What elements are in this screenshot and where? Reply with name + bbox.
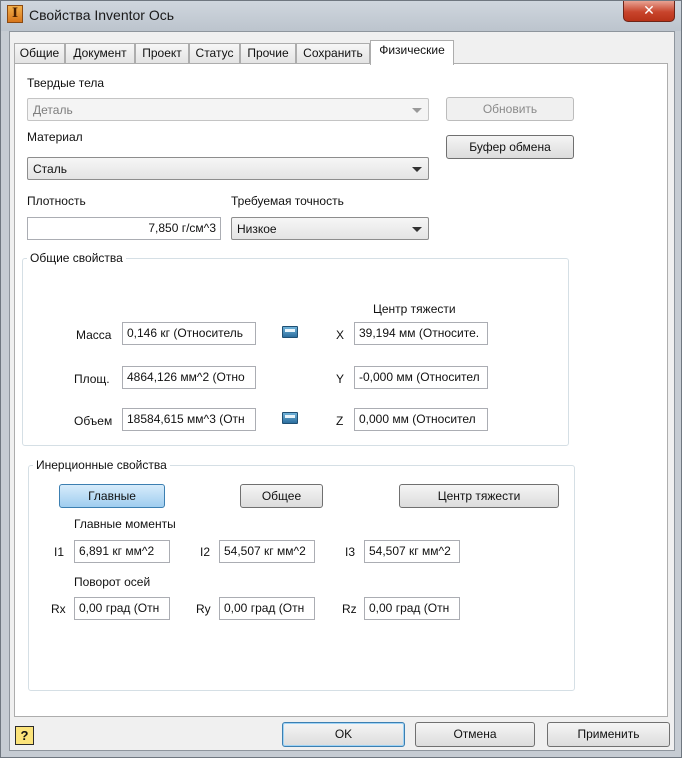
cog-x-field[interactable]: 39,194 мм (Относите.	[354, 322, 488, 345]
rx-field[interactable]: 0,00 град (Отн	[74, 597, 170, 620]
ok-button[interactable]: OK	[282, 722, 405, 747]
global-button[interactable]: Общее	[240, 484, 323, 508]
clipboard-button[interactable]: Буфер обмена	[446, 135, 574, 159]
accuracy-value: Низкое	[237, 222, 277, 236]
i3-label: I3	[345, 545, 356, 559]
update-button[interactable]: Обновить	[446, 97, 574, 121]
properties-dialog: I Свойства Inventor Ось ✕ Общие Документ…	[0, 0, 682, 758]
tab-project[interactable]: Проект	[135, 43, 189, 64]
dialog-client-area: Общие Документ Проект Статус Прочие Сохр…	[9, 31, 675, 751]
i3-field[interactable]: 54,507 кг мм^2	[364, 540, 460, 563]
general-properties-title: Общие свойства	[27, 251, 126, 265]
rz-label: Rz	[342, 602, 357, 616]
solids-label: Твердые тела	[27, 76, 105, 90]
tab-status[interactable]: Статус	[189, 43, 240, 64]
rx-label: Rx	[51, 602, 66, 616]
inertial-properties-title: Инерционные свойства	[33, 458, 170, 472]
chevron-down-icon	[412, 227, 422, 232]
rz-field[interactable]: 0,00 град (Отн	[364, 597, 460, 620]
physical-tab-panel: Твердые тела Деталь Обновить Материал Ст…	[14, 63, 668, 717]
i2-field[interactable]: 54,507 кг мм^2	[219, 540, 315, 563]
close-button[interactable]: ✕	[623, 1, 675, 22]
i1-label: I1	[54, 545, 65, 559]
help-icon[interactable]: ?	[15, 726, 34, 745]
principal-moments-label: Главные моменты	[74, 517, 176, 531]
ry-label: Ry	[196, 602, 211, 616]
density-label: Плотность	[27, 194, 86, 208]
tab-save[interactable]: Сохранить	[296, 43, 370, 64]
area-field[interactable]: 4864,126 мм^2 (Отно	[122, 366, 256, 389]
i2-label: I2	[200, 545, 211, 559]
solids-combo[interactable]: Деталь	[27, 98, 429, 121]
accuracy-combo[interactable]: Низкое	[231, 217, 429, 240]
inertial-properties-group: Инерционные свойства Главные Общее Центр…	[28, 458, 575, 691]
volume-field[interactable]: 18584,615 мм^3 (Отн	[122, 408, 256, 431]
mass-label: Масса	[76, 328, 112, 342]
tab-general[interactable]: Общие	[14, 43, 65, 64]
density-field[interactable]: 7,850 г/см^3	[27, 217, 221, 240]
cog-z-label: Z	[336, 414, 344, 428]
cog-y-field[interactable]: -0,000 мм (Относител	[354, 366, 488, 389]
apply-button[interactable]: Применить	[547, 722, 670, 747]
window-title: Свойства Inventor Ось	[29, 7, 175, 23]
tab-document[interactable]: Документ	[65, 43, 135, 64]
cog-z-field[interactable]: 0,000 мм (Относител	[354, 408, 488, 431]
calculator-icon[interactable]	[282, 326, 298, 338]
volume-label: Объем	[74, 414, 113, 428]
tab-other[interactable]: Прочие	[240, 43, 296, 64]
material-label: Материал	[27, 130, 83, 144]
ry-field[interactable]: 0,00 град (Отн	[219, 597, 315, 620]
cog-x-label: X	[336, 328, 345, 342]
area-label: Площ.	[74, 372, 110, 386]
material-value: Сталь	[33, 162, 67, 176]
cog-y-label: Y	[336, 372, 345, 386]
center-of-gravity-button[interactable]: Центр тяжести	[399, 484, 559, 508]
axis-rotation-label: Поворот осей	[74, 575, 151, 589]
mass-field[interactable]: 0,146 кг (Относитель	[122, 322, 256, 345]
inventor-app-icon: I	[7, 5, 23, 23]
material-combo[interactable]: Сталь	[27, 157, 429, 180]
general-properties-group: Общие свойства Центр тяжести Масса 0,146…	[22, 251, 569, 446]
center-of-gravity-title: Центр тяжести	[373, 302, 456, 316]
title-bar[interactable]: I Свойства Inventor Ось ✕	[1, 1, 681, 31]
tab-physical[interactable]: Физические	[370, 40, 454, 65]
accuracy-label: Требуемая точность	[231, 194, 344, 208]
principal-button[interactable]: Главные	[59, 484, 165, 508]
cancel-button[interactable]: Отмена	[415, 722, 535, 747]
calculator-icon[interactable]	[282, 412, 298, 424]
chevron-down-icon	[412, 167, 422, 172]
i1-field[interactable]: 6,891 кг мм^2	[74, 540, 170, 563]
solids-value: Деталь	[33, 103, 73, 117]
chevron-down-icon	[412, 108, 422, 113]
